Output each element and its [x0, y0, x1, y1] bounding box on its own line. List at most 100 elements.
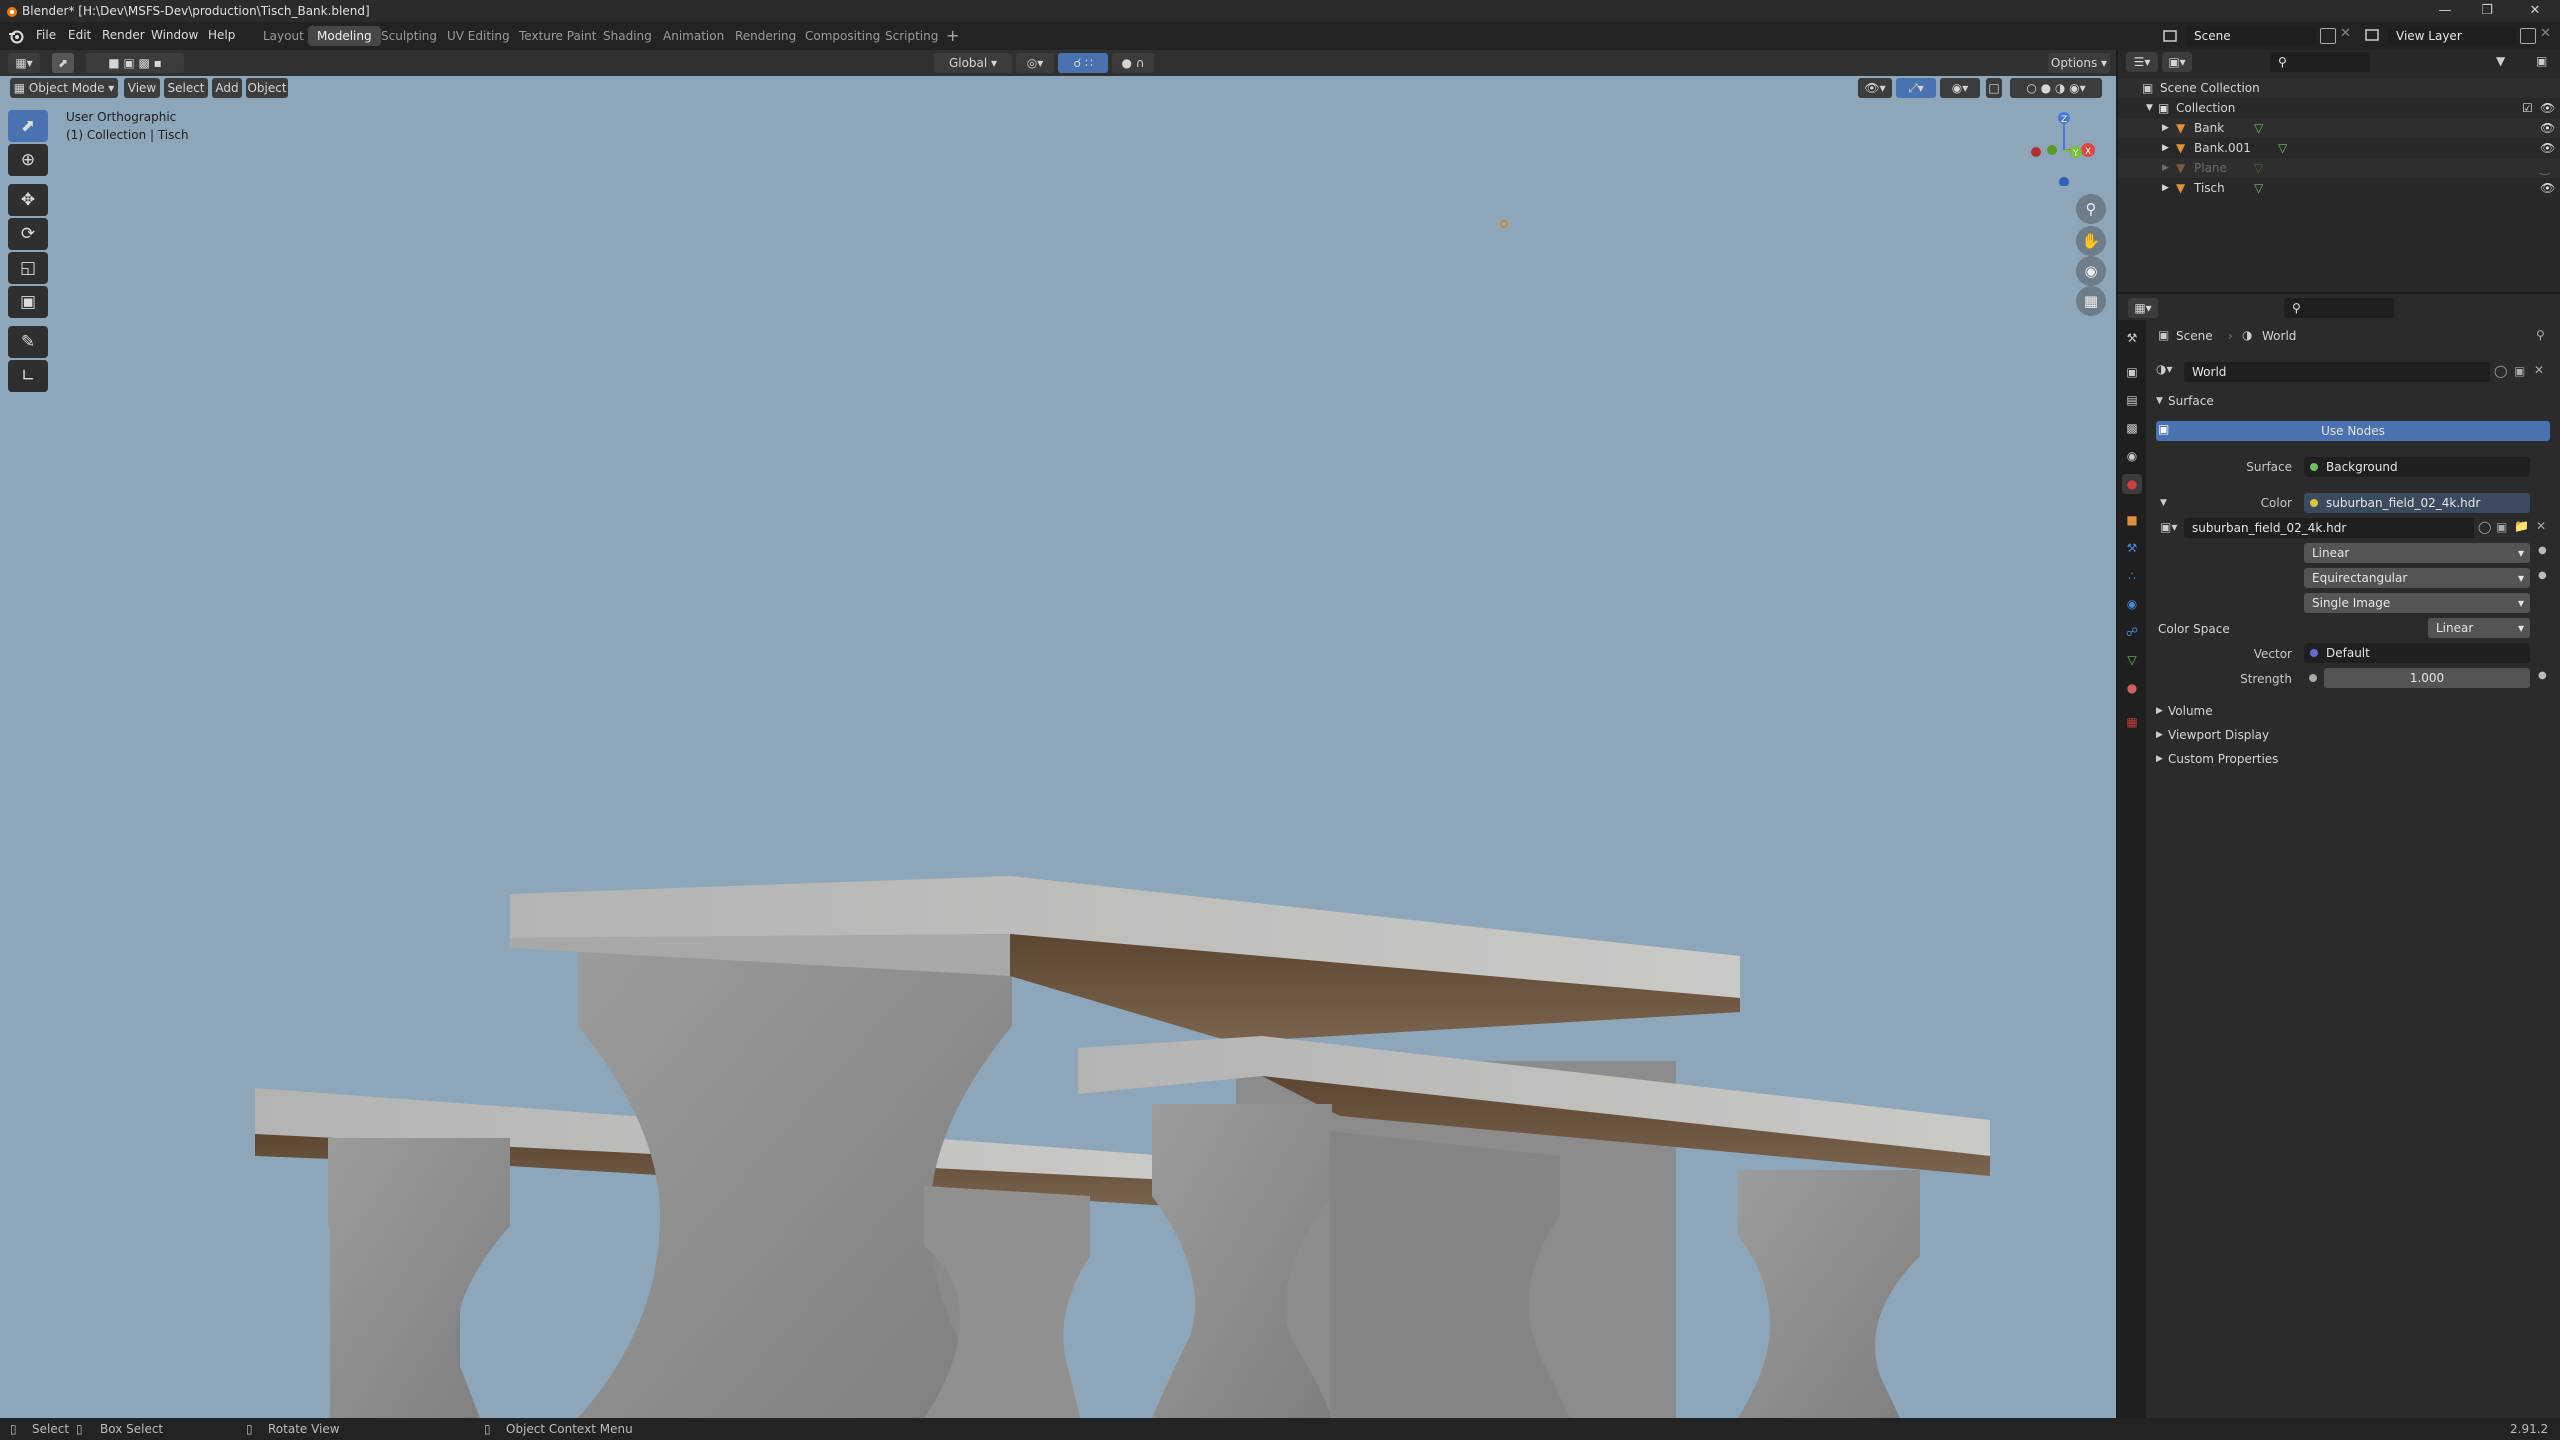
- eye-icon[interactable]: 👁: [2540, 98, 2555, 118]
- 3d-viewport[interactable]: ▦ Object Mode ▾ View Select Add Object 👁…: [0, 76, 2116, 1418]
- workspace-tab-sculpting[interactable]: Sculpting: [372, 26, 446, 46]
- outliner-row-object[interactable]: ▶ ▼ Plane ▽ ‿: [2118, 158, 2560, 178]
- editor-type-menu[interactable]: ▦▾: [8, 53, 40, 73]
- open-image-folder-icon[interactable]: 📁: [2514, 519, 2529, 533]
- volume-panel-header[interactable]: Volume: [2168, 704, 2213, 718]
- image-browse-icon[interactable]: ▣▾: [2160, 520, 2177, 534]
- surface-shader-field[interactable]: Background: [2304, 457, 2530, 477]
- material-tab-icon[interactable]: ●: [2122, 678, 2142, 698]
- unlink-world-icon[interactable]: ✕: [2534, 363, 2544, 377]
- pivot-point-dropdown[interactable]: ◎▾: [1016, 53, 1054, 73]
- physics-tab-icon[interactable]: ◉: [2122, 594, 2142, 614]
- workspace-tab-animation[interactable]: Animation: [654, 26, 733, 46]
- menu-edit[interactable]: Edit: [68, 28, 91, 42]
- properties-editor-type[interactable]: ▦▾: [2128, 298, 2158, 318]
- outliner-display-mode[interactable]: ▣▾: [2162, 52, 2192, 72]
- surface-collapse-arrow-icon[interactable]: ▼: [2156, 396, 2163, 406]
- new-collection-icon[interactable]: ▣: [2536, 54, 2547, 68]
- projection-dropdown[interactable]: Equirectangular ▾: [2304, 568, 2530, 588]
- view-layer-icon[interactable]: [2364, 26, 2382, 46]
- object-mode-dropdown[interactable]: ▦ Object Mode ▾: [10, 78, 118, 98]
- select-box-tool[interactable]: ⬈: [8, 110, 48, 142]
- fake-user-shield-icon[interactable]: ◯: [2494, 364, 2507, 378]
- outliner-search-input[interactable]: ⚲: [2270, 52, 2370, 72]
- active-tool-icon[interactable]: ⬈: [52, 53, 74, 73]
- outliner-row-object[interactable]: ▶ ▼ Bank.001 ▽ 👁: [2118, 138, 2560, 158]
- delete-scene-icon[interactable]: ✕: [2340, 26, 2351, 41]
- select-menu[interactable]: Select: [164, 78, 208, 98]
- cursor-tool[interactable]: ⊕: [8, 144, 48, 176]
- modifier-tab-icon[interactable]: ⚒: [2122, 538, 2142, 558]
- output-tab-icon[interactable]: ▤: [2122, 390, 2142, 410]
- add-menu[interactable]: Add: [212, 78, 242, 98]
- keyframe-dot-icon[interactable]: ●: [2538, 545, 2547, 556]
- proportional-edit-toggle[interactable]: ● ∩: [1112, 53, 1154, 73]
- transform-orientation-dropdown[interactable]: Global ▾: [934, 53, 1012, 73]
- duplicate-image-icon[interactable]: ▣: [2496, 520, 2507, 534]
- eye-closed-icon[interactable]: ‿: [2540, 158, 2550, 178]
- eye-icon[interactable]: 👁: [2540, 118, 2555, 138]
- workspace-tab-modeling[interactable]: Modeling: [308, 26, 381, 46]
- outliner-row-collection[interactable]: ▼ ▣ Collection ☑ 👁: [2118, 98, 2560, 118]
- surface-panel-header[interactable]: Surface: [2168, 394, 2214, 408]
- unlink-image-icon[interactable]: ✕: [2536, 519, 2546, 533]
- keyframe-dot-icon[interactable]: ●: [2538, 570, 2547, 581]
- workspace-tab-shading[interactable]: Shading: [594, 26, 661, 46]
- view-menu[interactable]: View: [124, 78, 160, 98]
- visibility-dropdown[interactable]: 👁▾: [1858, 78, 1892, 98]
- vector-input-field[interactable]: Default: [2304, 643, 2530, 663]
- perspective-grid-icon[interactable]: ▦: [2076, 286, 2106, 316]
- outliner-row-scene-collection[interactable]: ▣ Scene Collection: [2118, 78, 2560, 98]
- properties-search-input[interactable]: ⚲: [2284, 298, 2394, 318]
- new-view-layer-icon[interactable]: [2520, 28, 2536, 44]
- texture-tab-icon[interactable]: ▦: [2122, 712, 2142, 732]
- expand-arrow-icon[interactable]: ▶: [2162, 118, 2169, 138]
- scene-tab-icon[interactable]: ◉: [2122, 446, 2142, 466]
- outliner-editor-type[interactable]: ☰▾: [2126, 52, 2158, 72]
- strength-value-field[interactable]: 1.000: [2324, 668, 2530, 688]
- scene-name-field[interactable]: Scene: [2186, 26, 2316, 46]
- menu-window[interactable]: Window: [151, 28, 198, 42]
- menu-file[interactable]: File: [36, 28, 56, 42]
- workspace-tab-uv-editing[interactable]: UV Editing: [438, 26, 519, 46]
- interpolation-dropdown[interactable]: Linear ▾: [2304, 543, 2530, 563]
- restore-button[interactable]: ❐: [2472, 2, 2502, 20]
- outliner-row-object[interactable]: ▶ ▼ Bank ▽ 👁: [2118, 118, 2560, 138]
- outliner-row-object[interactable]: ▶ ▼ Tisch ▽ 👁: [2118, 178, 2560, 198]
- eye-icon[interactable]: 👁: [2540, 178, 2555, 198]
- image-source-dropdown[interactable]: Single Image ▾: [2304, 593, 2530, 613]
- workspace-tab-texture-paint[interactable]: Texture Paint: [510, 26, 605, 46]
- delete-view-layer-icon[interactable]: ✕: [2540, 26, 2551, 41]
- expand-arrow-icon[interactable]: ▶: [2162, 158, 2169, 178]
- object-tab-icon[interactable]: ■: [2122, 510, 2142, 530]
- expand-arrow-icon[interactable]: ▶: [2156, 706, 2163, 716]
- color-space-dropdown[interactable]: Linear ▾: [2428, 618, 2530, 638]
- blender-menu-icon[interactable]: [8, 28, 24, 44]
- exclude-checkbox-icon[interactable]: ☑: [2522, 98, 2533, 118]
- workspace-tab-layout[interactable]: Layout: [254, 26, 313, 46]
- expand-arrow-icon[interactable]: ▶: [2156, 754, 2163, 764]
- annotate-tool[interactable]: ✎: [8, 326, 48, 358]
- constraints-tab-icon[interactable]: ☍: [2122, 622, 2142, 642]
- new-scene-icon[interactable]: [2320, 28, 2336, 44]
- object-menu[interactable]: Object: [246, 78, 288, 98]
- selection-mode-buttons[interactable]: ■ ▣ ▩ ▪: [86, 53, 184, 73]
- add-workspace-button[interactable]: +: [946, 26, 959, 45]
- viewport-display-panel-header[interactable]: Viewport Display: [2168, 728, 2269, 742]
- workspace-tab-scripting[interactable]: Scripting: [876, 26, 947, 46]
- close-window-button[interactable]: ✕: [2520, 2, 2550, 20]
- scale-tool[interactable]: ◱: [8, 252, 48, 284]
- gizmo-toggle[interactable]: ⤢▾: [1896, 78, 1936, 98]
- shading-mode-buttons[interactable]: ○ ● ◑ ◉▾: [2010, 78, 2102, 98]
- rotate-tool[interactable]: ⟳: [8, 218, 48, 250]
- eye-icon[interactable]: 👁: [2540, 138, 2555, 158]
- minimize-button[interactable]: —: [2430, 2, 2460, 20]
- options-dropdown[interactable]: Options ▾: [2048, 53, 2110, 73]
- filter-icon[interactable]: ▼: [2496, 54, 2505, 68]
- scene-type-icon[interactable]: [2162, 26, 2180, 46]
- expand-arrow-icon[interactable]: ▶: [2162, 178, 2169, 198]
- world-browse-icon[interactable]: ◑▾: [2156, 362, 2173, 376]
- custom-properties-panel-header[interactable]: Custom Properties: [2168, 752, 2278, 766]
- tool-tab-icon[interactable]: ⚒: [2122, 328, 2142, 348]
- measure-tool[interactable]: ∟: [8, 360, 48, 392]
